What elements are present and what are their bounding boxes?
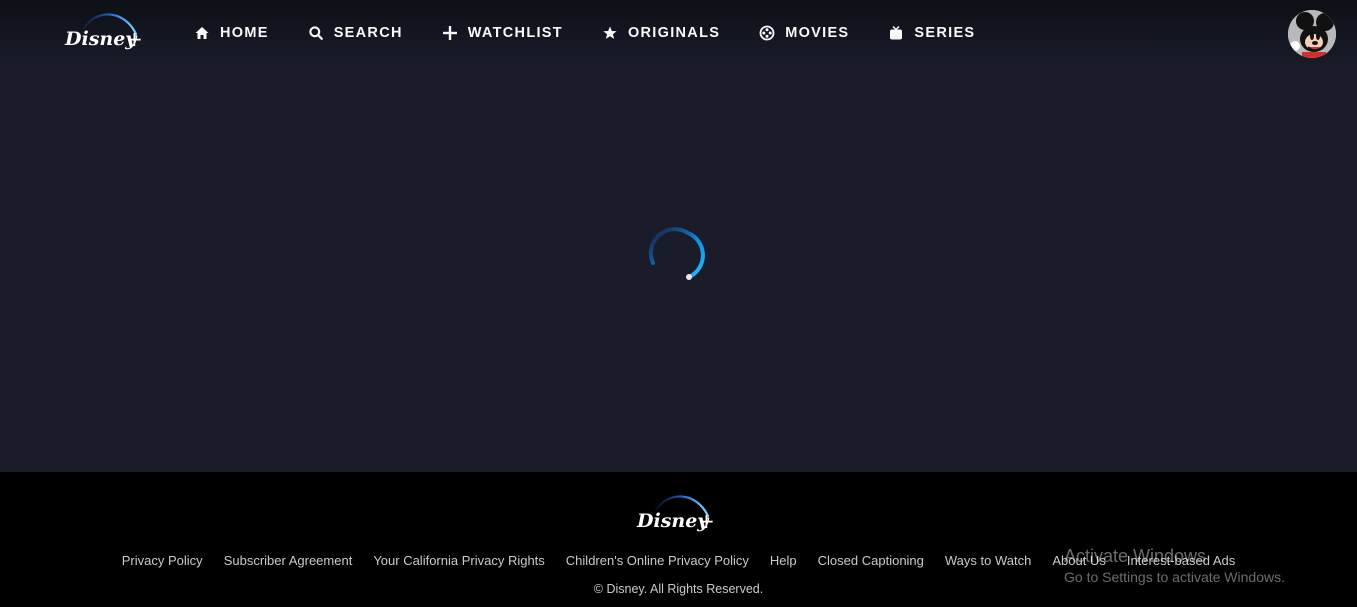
nav-watchlist-label: WATCHLIST — [467, 25, 563, 41]
footer-link-interest-based-ads[interactable]: Interest-based Ads — [1127, 553, 1235, 568]
nav-watchlist[interactable]: WATCHLIST — [442, 20, 563, 46]
profile-avatar[interactable] — [1288, 10, 1336, 58]
nav-home[interactable]: HOME — [194, 20, 269, 46]
nav-series-label: SERIES — [914, 25, 976, 41]
footer-link-california-privacy[interactable]: Your California Privacy Rights — [373, 553, 544, 568]
tv-icon — [888, 25, 904, 41]
nav-originals[interactable]: ORIGINALS — [602, 20, 720, 46]
search-icon — [308, 25, 324, 41]
footer-link-childrens-privacy[interactable]: Children's Online Privacy Policy — [566, 553, 749, 568]
top-header: Disney + HOME SEARCH WATCHLIST ORIGINALS… — [0, 0, 1357, 72]
footer-link-closed-captioning[interactable]: Closed Captioning — [818, 553, 924, 568]
nav-search[interactable]: SEARCH — [308, 20, 403, 46]
film-reel-icon — [759, 25, 775, 41]
main-content — [0, 72, 1357, 472]
footer-links: Privacy Policy Subscriber Agreement Your… — [0, 551, 1357, 569]
svg-text:+: + — [698, 509, 715, 533]
nav-search-label: SEARCH — [333, 25, 403, 41]
footer-link-about-us[interactable]: About Us — [1052, 553, 1105, 568]
copyright-text: © Disney. All Rights Reserved. — [593, 582, 764, 596]
nav-movies[interactable]: MOVIES — [759, 20, 849, 46]
footer-link-help[interactable]: Help — [770, 553, 797, 568]
main-nav: HOME SEARCH WATCHLIST ORIGINALS MOVIES S… — [194, 20, 1014, 46]
svg-text:+: + — [126, 27, 143, 51]
loading-spinner-icon — [648, 227, 705, 280]
mickey-mouse-avatar-icon — [1288, 10, 1336, 58]
home-icon — [194, 25, 210, 41]
nav-movies-label: MOVIES — [785, 25, 850, 41]
footer-disney-plus-logo[interactable]: Disney + — [634, 492, 716, 538]
disney-plus-logo[interactable]: Disney + — [62, 10, 144, 56]
nav-series[interactable]: SERIES — [888, 20, 975, 46]
star-icon — [602, 25, 618, 41]
footer-link-privacy-policy[interactable]: Privacy Policy — [122, 553, 203, 568]
footer-link-subscriber-agreement[interactable]: Subscriber Agreement — [224, 553, 353, 568]
page-footer: Disney + Privacy Policy Subscriber Agree… — [0, 472, 1357, 607]
nav-home-label: HOME — [220, 25, 269, 41]
plus-icon — [442, 25, 458, 41]
footer-link-ways-to-watch[interactable]: Ways to Watch — [945, 553, 1031, 568]
nav-originals-label: ORIGINALS — [627, 25, 721, 41]
page: Disney + HOME SEARCH WATCHLIST ORIGINALS… — [0, 0, 1357, 607]
